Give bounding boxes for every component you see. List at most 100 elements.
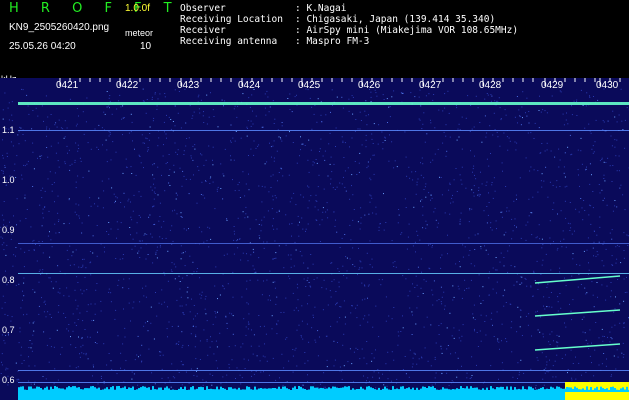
noise-dot (515, 194, 517, 196)
baseline-spike (86, 388, 88, 392)
baseline-spike (484, 389, 486, 392)
noise-dot (57, 311, 59, 313)
noise-dot (170, 128, 172, 130)
noise-dot (385, 363, 387, 365)
noise-dot (495, 257, 497, 258)
baseline-spike (340, 387, 342, 392)
noise-dot (334, 225, 336, 227)
noise-dot (33, 249, 35, 250)
noise-dot (263, 241, 265, 243)
noise-dot (155, 251, 157, 253)
baseline-spike (622, 387, 624, 392)
baseline-spike (90, 386, 92, 392)
noise-dot (370, 158, 371, 160)
baseline-spike (114, 389, 116, 392)
noise-dot (351, 95, 353, 97)
noise-dot (420, 387, 422, 389)
baseline-spike (38, 386, 40, 392)
noise-dot (475, 178, 477, 180)
noise-dot (394, 160, 396, 162)
baseline-spike (538, 388, 540, 392)
noise-dot (22, 134, 24, 135)
noise-dot (447, 234, 448, 236)
noise-dot (338, 271, 340, 272)
noise-dot (530, 132, 532, 134)
noise-dot (503, 265, 505, 267)
noise-dot (373, 357, 375, 359)
noise-dot (588, 123, 590, 125)
noise-dot (570, 227, 572, 229)
baseline-spike (288, 389, 290, 392)
noise-dot (358, 162, 360, 164)
noise-dot (249, 106, 251, 108)
noise-dot (42, 217, 44, 219)
noise-dot (282, 384, 284, 386)
noise-dot (152, 174, 154, 176)
noise-dot (416, 184, 418, 186)
noise-dot (66, 127, 68, 129)
noise-dot (89, 336, 91, 338)
noise-dot (35, 243, 36, 245)
noise-dot (266, 90, 268, 92)
noise-dot (576, 264, 578, 266)
noise-dot (446, 327, 448, 329)
noise-dot (335, 146, 336, 147)
noise-dot (235, 240, 237, 242)
noise-dot (551, 306, 553, 308)
baseline-spike (188, 389, 190, 392)
noise-dot (128, 278, 130, 280)
noise-dot (49, 277, 51, 279)
noise-dot (385, 296, 387, 298)
noise-dot (456, 376, 458, 378)
noise-dot (366, 252, 368, 254)
noise-dot (108, 105, 110, 107)
noise-dot (150, 306, 152, 308)
noise-dot (285, 135, 287, 137)
noise-dot (344, 186, 346, 188)
noise-dot (24, 140, 26, 142)
noise-dot (564, 186, 566, 188)
baseline-spike (370, 387, 372, 392)
noise-dot (430, 324, 432, 326)
noise-dot (300, 136, 301, 138)
noise-dot (182, 170, 184, 172)
noise-dot (176, 299, 178, 301)
noise-dot (258, 345, 260, 347)
noise-dot (108, 288, 110, 290)
baseline-spike (78, 387, 80, 392)
noise-dot (199, 359, 201, 360)
noise-dot (141, 134, 143, 136)
carrier-line (18, 370, 629, 371)
noise-dot (553, 241, 554, 243)
noise-dot (538, 224, 540, 226)
baseline-spike (328, 387, 330, 392)
noise-dot (122, 287, 124, 289)
baseline-spike (588, 389, 590, 392)
noise-dot (322, 207, 324, 209)
noise-dot (503, 257, 505, 258)
noise-dot (66, 145, 68, 147)
noise-dot (570, 349, 572, 351)
noise-dot (87, 304, 89, 306)
noise-dot (597, 296, 598, 298)
info-key: Receiving antenna (180, 36, 278, 47)
noise-dot (313, 279, 315, 280)
noise-dot (265, 333, 267, 335)
noise-dot (520, 116, 522, 118)
noise-dot (501, 323, 503, 325)
noise-dot (488, 192, 489, 194)
noise-dot (100, 375, 102, 377)
noise-dot (614, 324, 616, 326)
noise-dot (491, 184, 493, 186)
noise-dot (487, 253, 489, 255)
noise-dot (232, 271, 234, 273)
noise-dot (103, 111, 105, 113)
noise-dot (90, 303, 92, 305)
noise-dot (432, 159, 434, 161)
noise-dot (432, 245, 433, 246)
noise-dot (589, 380, 591, 382)
noise-dot (259, 360, 261, 362)
noise-dot (36, 260, 38, 262)
noise-dot (246, 126, 248, 128)
noise-dot (610, 296, 612, 298)
